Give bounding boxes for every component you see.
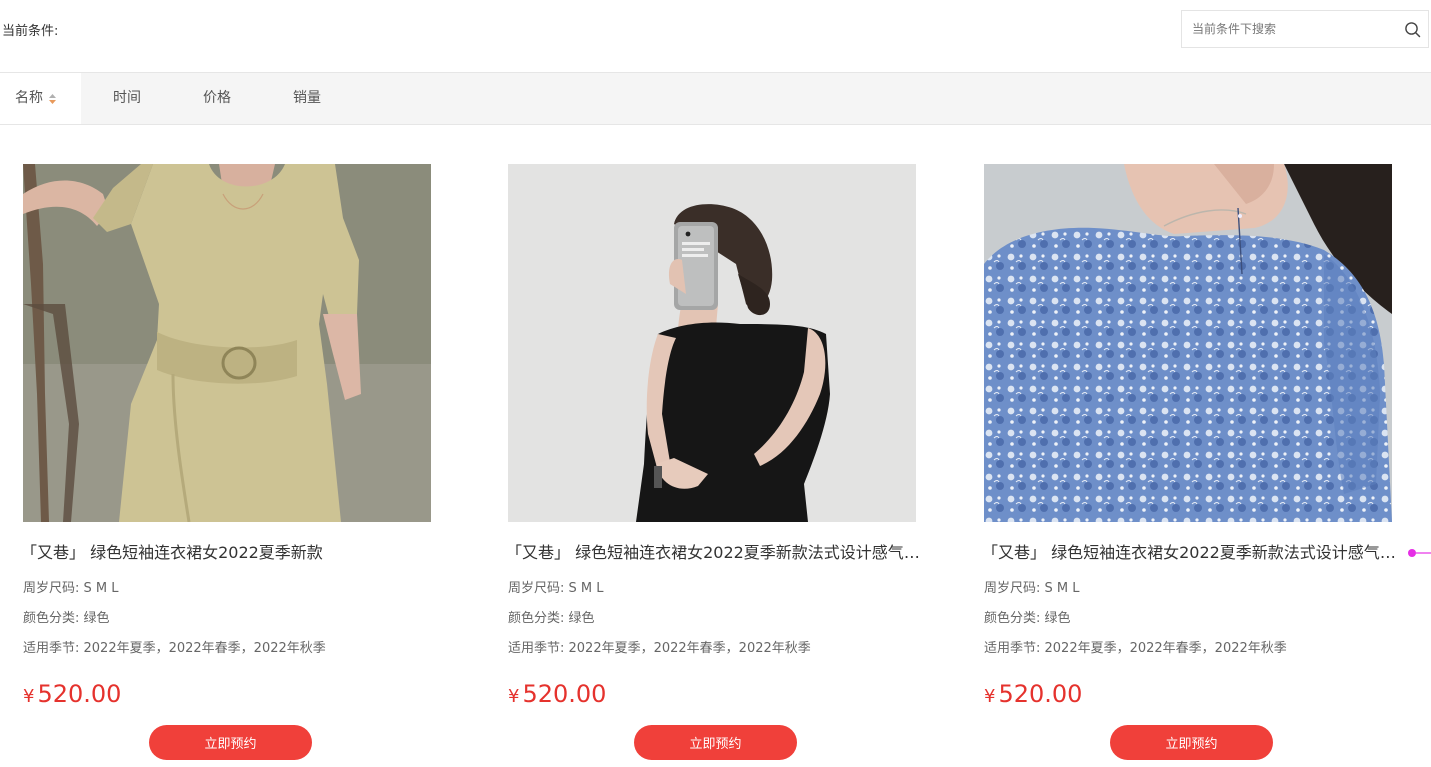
product-title[interactable]: 「又巷」 绿色短袖连衣裙女2022夏季新款法式设计感气质...	[506, 541, 924, 565]
product-color: 颜色分类: 绿色	[23, 611, 110, 626]
product-card: 「又巷」 绿色短袖连衣裙女2022夏季新款法式设计感气质... 周岁尺码: S …	[982, 164, 1404, 764]
product-image[interactable]	[984, 164, 1392, 522]
reserve-button[interactable]: 立即预约	[634, 725, 797, 760]
sort-arrows-icon	[49, 94, 56, 104]
product-size: 周岁尺码: S M L	[984, 581, 1080, 596]
product-price: ¥520.00	[23, 676, 121, 715]
product-image[interactable]	[508, 164, 916, 522]
product-price: ¥520.00	[984, 676, 1082, 715]
price-value: 520.00	[37, 680, 122, 708]
currency-symbol: ¥	[984, 686, 996, 707]
currency-symbol: ¥	[508, 686, 520, 707]
product-title[interactable]: 「又巷」 绿色短袖连衣裙女2022夏季新款法式设计感气质...	[982, 541, 1400, 565]
pointer-marker-icon	[1408, 549, 1431, 557]
product-size: 周岁尺码: S M L	[23, 581, 119, 596]
product-size: 周岁尺码: S M L	[508, 581, 604, 596]
sort-bar: 名称 时间 价格 销量	[0, 72, 1431, 125]
product-price: ¥520.00	[508, 676, 606, 715]
sort-tab-sales[interactable]: 销量	[293, 73, 321, 124]
price-value: 520.00	[998, 680, 1083, 708]
currency-symbol: ¥	[23, 686, 35, 707]
reserve-button[interactable]: 立即预约	[1110, 725, 1273, 760]
product-season: 适用季节: 2022年夏季，2022年春季，2022年秋季	[984, 641, 1287, 656]
product-color: 颜色分类: 绿色	[984, 611, 1071, 626]
product-season: 适用季节: 2022年夏季，2022年春季，2022年秋季	[508, 641, 811, 656]
filter-bar: 当前条件:	[0, 0, 1431, 72]
sort-tab-name[interactable]: 名称	[0, 73, 81, 124]
product-card: 「又巷」 绿色短袖连衣裙女2022夏季新款 周岁尺码: S M L 颜色分类: …	[21, 164, 443, 764]
sort-tab-price[interactable]: 价格	[203, 73, 231, 124]
search-icon[interactable]	[1404, 21, 1421, 38]
product-image[interactable]	[23, 164, 431, 522]
search-box	[1181, 10, 1429, 48]
product-color: 颜色分类: 绿色	[508, 611, 595, 626]
sort-tab-label: 名称	[15, 90, 43, 106]
sort-tab-time[interactable]: 时间	[113, 73, 141, 124]
price-value: 520.00	[522, 680, 607, 708]
product-card: 「又巷」 绿色短袖连衣裙女2022夏季新款法式设计感气质... 周岁尺码: S …	[506, 164, 928, 764]
reserve-button[interactable]: 立即预约	[149, 725, 312, 760]
product-title[interactable]: 「又巷」 绿色短袖连衣裙女2022夏季新款	[21, 541, 439, 565]
product-season: 适用季节: 2022年夏季，2022年春季，2022年秋季	[23, 641, 326, 656]
search-input[interactable]	[1182, 11, 1402, 47]
current-condition-label: 当前条件:	[2, 24, 59, 39]
